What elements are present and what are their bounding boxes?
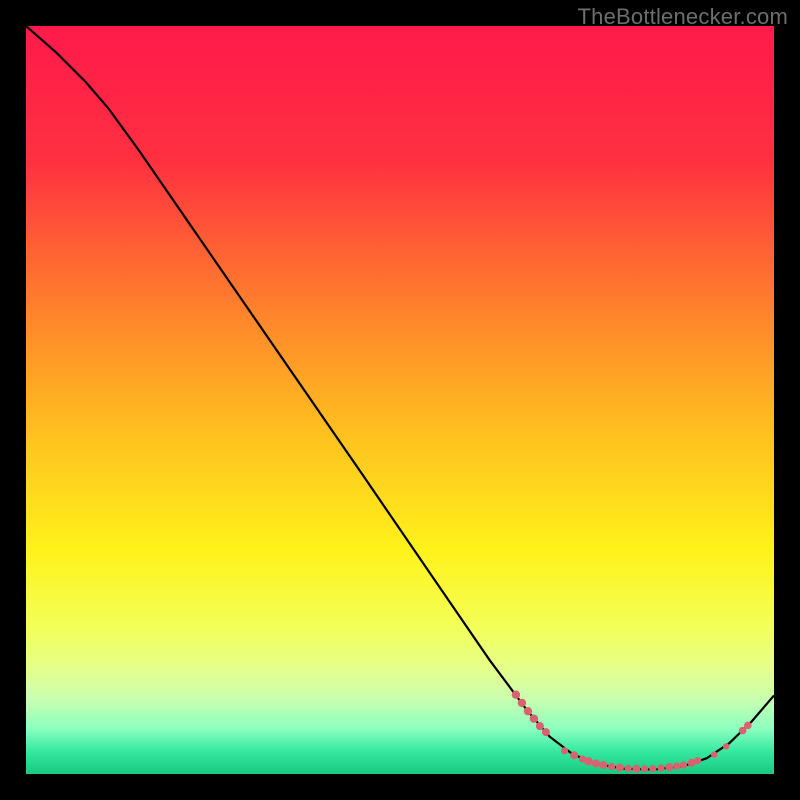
- chart-background: [26, 26, 774, 774]
- data-marker: [512, 691, 520, 699]
- data-marker: [524, 707, 532, 715]
- data-marker: [599, 761, 607, 769]
- data-marker: [723, 743, 729, 749]
- data-marker: [625, 765, 632, 772]
- data-marker: [665, 763, 673, 771]
- data-marker: [561, 747, 568, 754]
- data-marker: [616, 764, 624, 772]
- watermark-text: TheBottlenecker.com: [578, 4, 788, 30]
- data-marker: [518, 699, 526, 707]
- data-marker: [584, 757, 592, 765]
- chart-svg: [26, 26, 774, 774]
- data-marker: [592, 760, 600, 768]
- data-marker: [711, 751, 717, 757]
- data-marker: [632, 765, 640, 773]
- data-marker: [530, 714, 538, 722]
- data-marker: [570, 751, 578, 759]
- data-marker: [744, 722, 752, 730]
- chart-container: [26, 26, 774, 774]
- data-marker: [649, 765, 656, 772]
- data-marker: [673, 763, 680, 770]
- data-marker: [641, 765, 648, 772]
- data-marker: [680, 761, 687, 768]
- data-marker: [694, 757, 701, 764]
- data-marker: [608, 763, 615, 770]
- data-marker: [542, 728, 550, 736]
- data-marker: [657, 764, 664, 771]
- data-marker: [536, 722, 544, 730]
